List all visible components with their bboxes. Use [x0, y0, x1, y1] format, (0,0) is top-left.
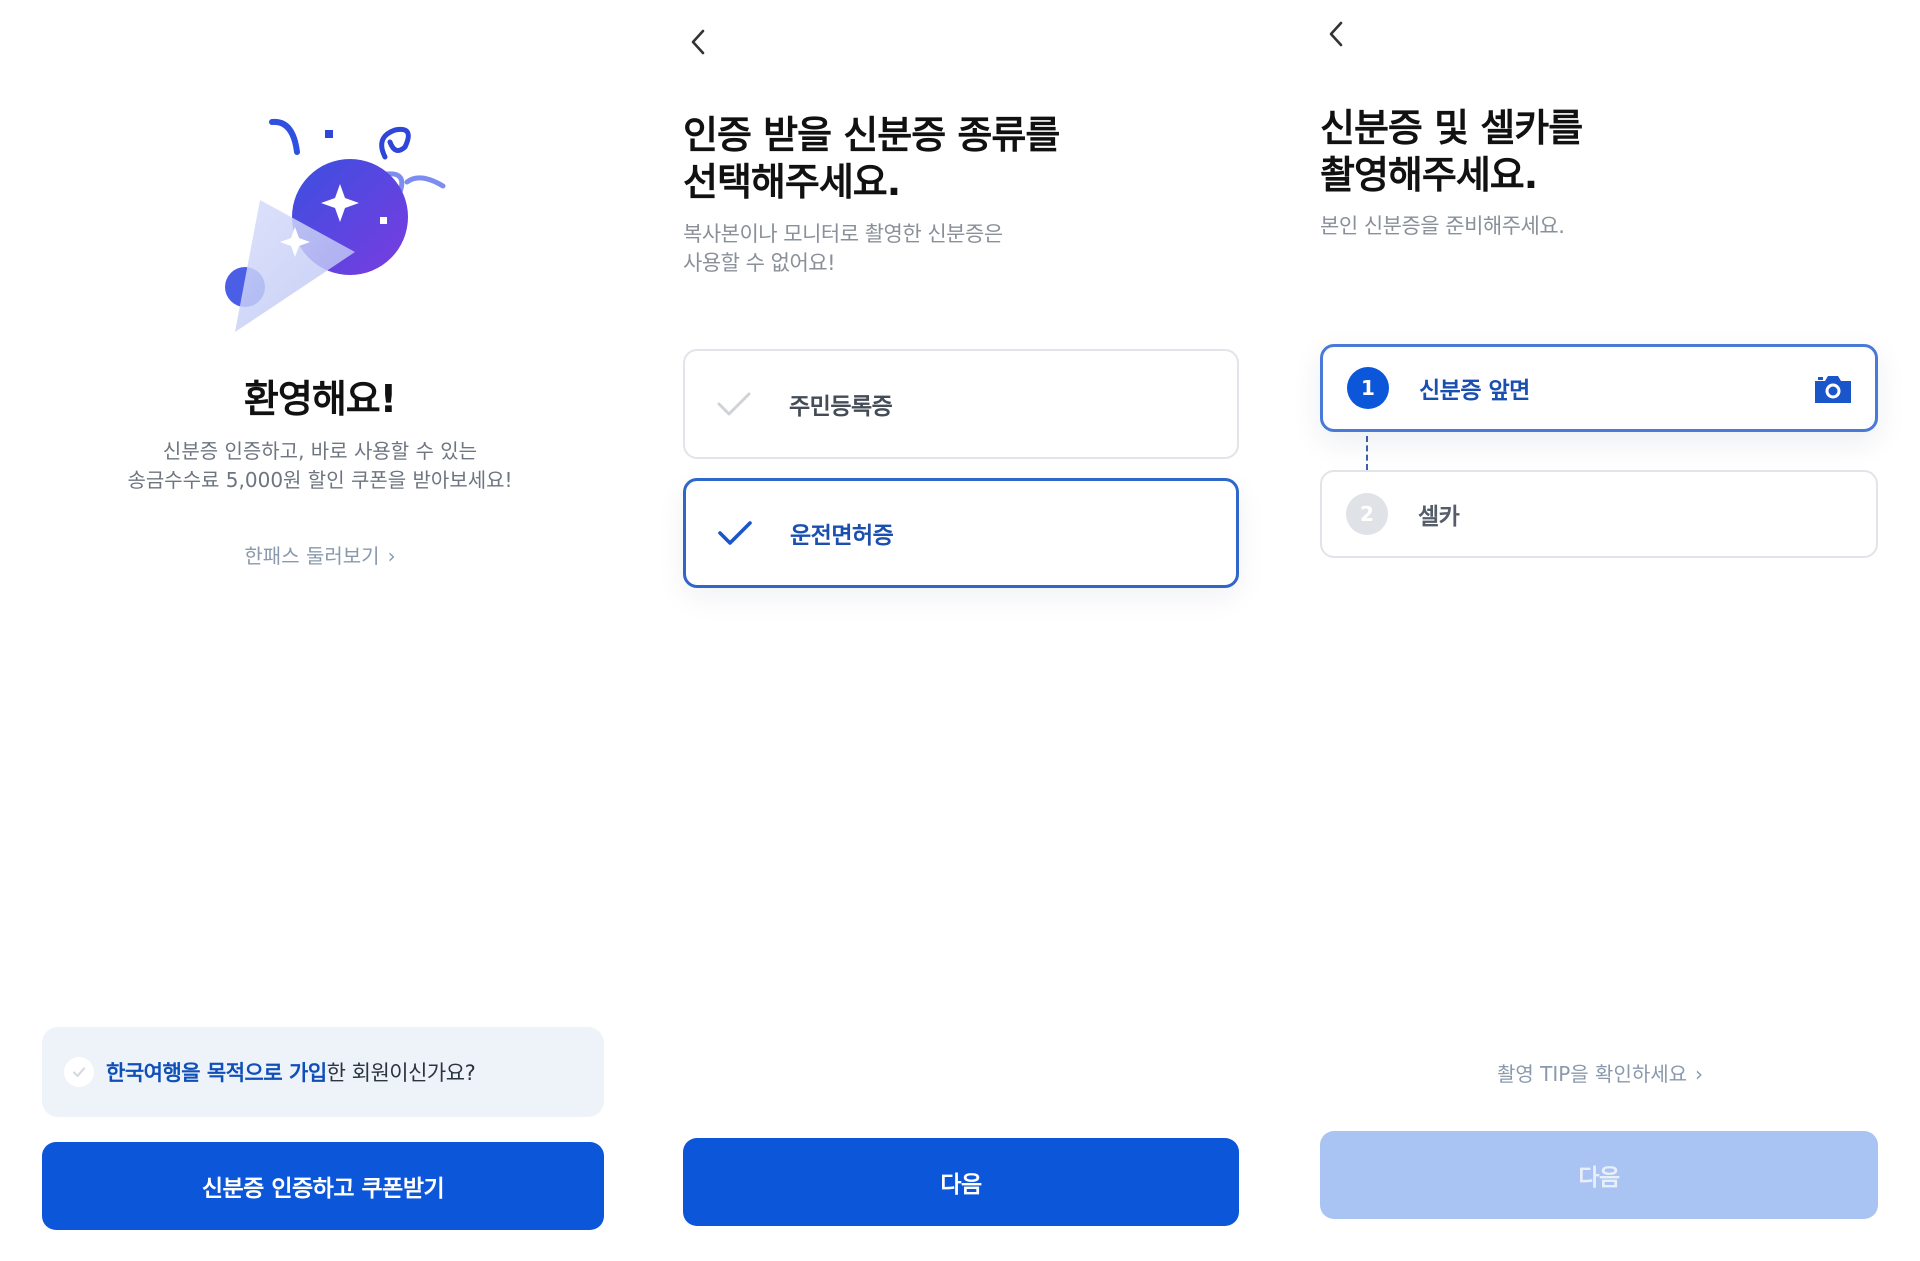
notice-text: 한국여행을 목적으로 가입한 회원이신가요?: [106, 1057, 476, 1087]
title-line-1: 인증 받을 신분증 종류를: [683, 113, 1060, 157]
party-popper-icon: [225, 118, 446, 332]
next-button-disabled[interactable]: 다음: [1320, 1131, 1878, 1219]
step-number: 1: [1347, 367, 1389, 409]
notice-highlight: 한국여행을 목적으로 가입: [106, 1061, 327, 1085]
tour-link[interactable]: 한패스 둘러보기 ›: [0, 540, 640, 569]
description-line-2: 송금수수료 5,000원 할인 쿠폰을 받아보세요!: [127, 468, 513, 492]
option-label: 운전면허증: [790, 523, 894, 549]
capture-tip-link[interactable]: 촬영 TIP을 확인하세요 ›: [1280, 1058, 1920, 1087]
page-subtitle: 복사본이나 모니터로 촬영한 신분증은 사용할 수 없어요!: [683, 220, 1003, 278]
page-subtitle: 본인 신분증을 준비해주세요.: [1320, 214, 1565, 238]
next-button[interactable]: 다음: [683, 1138, 1239, 1226]
chevron-left-icon: [691, 29, 705, 55]
option-drivers-license[interactable]: 운전면허증: [683, 478, 1239, 588]
welcome-description: 신분증 인증하고, 바로 사용할 수 있는 송금수수료 5,000원 할인 쿠폰…: [0, 437, 640, 495]
travel-purpose-notice[interactable]: 한국여행을 목적으로 가입한 회원이신가요?: [42, 1027, 604, 1117]
back-button[interactable]: [1316, 14, 1356, 54]
step-selfie[interactable]: 2 셀카: [1320, 470, 1878, 558]
description-line-1: 신분증 인증하고, 바로 사용할 수 있는: [162, 439, 478, 463]
step-label: 셀카: [1418, 504, 1460, 530]
title-line-2: 선택해주세요.: [683, 160, 901, 204]
check-icon: [711, 390, 757, 418]
back-button[interactable]: [678, 22, 718, 62]
chevron-right-icon: ›: [387, 544, 396, 568]
capture-screen: 신분증 및 셀카를 촬영해주세요. 본인 신분증을 준비해주세요. 1 신분증 …: [1280, 0, 1920, 1261]
verify-and-get-coupon-button[interactable]: 신분증 인증하고 쿠폰받기: [42, 1142, 604, 1230]
notice-rest: 한 회원이신가요?: [326, 1061, 476, 1085]
chevron-left-icon: [1329, 21, 1343, 47]
step-id-front[interactable]: 1 신분증 앞면: [1320, 344, 1878, 432]
check-icon: [712, 519, 758, 547]
step-connector: [1366, 436, 1368, 470]
welcome-title: 환영해요!: [243, 377, 397, 421]
subtitle-line-2: 사용할 수 없어요!: [683, 251, 836, 275]
title-line-2: 촬영해주세요.: [1320, 153, 1538, 197]
option-label: 주민등록증: [789, 394, 893, 420]
check-icon: [72, 1067, 86, 1078]
tour-link-label: 한패스 둘러보기: [244, 544, 380, 568]
title-line-1: 신분증 및 셀카를: [1320, 106, 1583, 150]
id-type-screen: 인증 받을 신분증 종류를 선택해주세요. 복사본이나 모니터로 촬영한 신분증…: [640, 0, 1280, 1261]
tip-link-label: 촬영 TIP을 확인하세요: [1496, 1062, 1688, 1086]
travel-purpose-checkbox[interactable]: [64, 1057, 94, 1087]
camera-icon[interactable]: [1813, 373, 1853, 405]
chevron-right-icon: ›: [1695, 1062, 1704, 1086]
step-label: 신분증 앞면: [1419, 378, 1530, 404]
page-title: 신분증 및 셀카를 촬영해주세요.: [1320, 105, 1583, 199]
step-number: 2: [1346, 493, 1388, 535]
option-resident-card[interactable]: 주민등록증: [683, 349, 1239, 459]
subtitle-line-1: 복사본이나 모니터로 촬영한 신분증은: [683, 222, 1003, 246]
welcome-screen: 환영해요! 신분증 인증하고, 바로 사용할 수 있는 송금수수료 5,000원…: [0, 0, 640, 1261]
page-title: 인증 받을 신분증 종류를 선택해주세요.: [683, 112, 1060, 206]
